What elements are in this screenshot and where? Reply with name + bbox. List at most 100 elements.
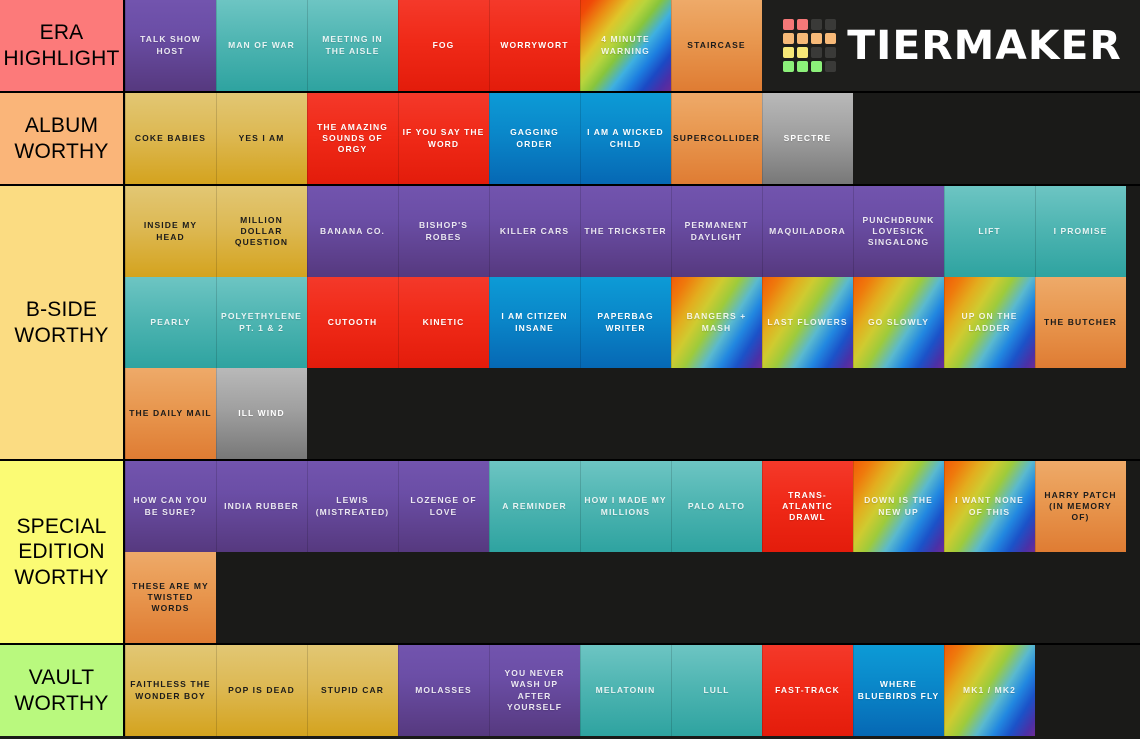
tile-yes-i-am[interactable]: YES I AM — [216, 93, 307, 184]
tile-up-on-the-ladder[interactable]: UP ON THE LADDER — [944, 277, 1035, 368]
tile-banana-co[interactable]: BANANA CO. — [307, 186, 398, 277]
tile-fog[interactable]: FOG — [398, 0, 489, 91]
tile-gagging-order[interactable]: GAGGING ORDER — [489, 93, 580, 184]
tile-the-amazing-sounds-of-orgy[interactable]: THE AMAZING SOUNDS OF ORGY — [307, 93, 398, 184]
tile-punchdrunk-lovesick-singalong[interactable]: PUNCHDRUNK LOVESICK SINGALONG — [853, 186, 944, 277]
empty-slot[interactable] — [1126, 186, 1140, 277]
tile-where-bluebirds-fly[interactable]: WHERE BLUEBIRDS FLY — [853, 645, 944, 736]
tile-cutooth[interactable]: CUTOOTH — [307, 277, 398, 368]
tile-how-i-made-my-millions[interactable]: HOW I MADE MY MILLIONS — [580, 461, 671, 552]
tile-pop-is-dead[interactable]: POP IS DEAD — [216, 645, 307, 736]
tile-million-dollar-question[interactable]: MILLION DOLLAR QUESTION — [216, 186, 307, 277]
tile-divider — [944, 645, 945, 736]
tile-paperbag-writer[interactable]: PAPERBAG WRITER — [580, 277, 671, 368]
tile-killer-cars[interactable]: KILLER CARS — [489, 186, 580, 277]
tile-kinetic[interactable]: KINETIC — [398, 277, 489, 368]
tile-lozenge-of-love[interactable]: LOZENGE OF LOVE — [398, 461, 489, 552]
tile-lewis-mistreated[interactable]: LEWIS (MISTREATED) — [307, 461, 398, 552]
empty-slot[interactable] — [853, 93, 1140, 184]
tile-these-are-my-twisted-words[interactable]: THESE ARE MY TWISTED WORDS — [125, 552, 216, 643]
tile-palo-alto[interactable]: PALO ALTO — [671, 461, 762, 552]
tile-coke-babies[interactable]: COKE BABIES — [125, 93, 216, 184]
tile-divider — [489, 645, 490, 736]
tier-body-vault-worthy[interactable]: FAITHLESS THE WONDER BOY POP IS DEAD STUPI… — [125, 645, 1140, 736]
empty-slot[interactable] — [1126, 461, 1140, 552]
tile-lull[interactable]: LULL — [671, 645, 762, 736]
tier-body-b-side-worthy[interactable]: INSIDE MY HEAD MILLION DOLLAR QUESTION BAN… — [125, 186, 1140, 459]
tile-man-of-war[interactable]: MAN OF WAR — [216, 0, 307, 91]
tile-if-you-say-the-word[interactable]: IF YOU SAY THE WORD — [398, 93, 489, 184]
tile-stupid-car[interactable]: STUPID CAR — [307, 645, 398, 736]
tile-i-want-none-of-this[interactable]: I WANT NONE OF THIS — [944, 461, 1035, 552]
empty-slot[interactable] — [1035, 645, 1140, 736]
tile-title: MAN OF WAR — [228, 39, 295, 50]
tile-divider — [944, 277, 945, 368]
tile-i-am-a-wicked-child[interactable]: I AM A WICKED CHILD — [580, 93, 671, 184]
tile-harry-patch-in-memory-of[interactable]: HARRY PATCH (IN MEMORY OF) — [1035, 461, 1126, 552]
tile-india-rubber[interactable]: INDIA RUBBER — [216, 461, 307, 552]
tile-faithless-the-wonder-boy[interactable]: FAITHLESS THE WONDER BOY — [125, 645, 216, 736]
tile-polyethylene-pt-1-2[interactable]: POLYETHYLENE PT. 1 & 2 — [216, 277, 307, 368]
tile-pearly[interactable]: PEARLY — [125, 277, 216, 368]
tile-down-is-the-new-up[interactable]: DOWN IS THE NEW UP — [853, 461, 944, 552]
tile-the-trickster[interactable]: THE TRICKSTER — [580, 186, 671, 277]
tile-divider — [762, 277, 763, 368]
tile-meeting-in-the-aisle[interactable]: MEETING IN THE AISLE — [307, 0, 398, 91]
tile-the-daily-mail[interactable]: THE DAILY MAIL — [125, 368, 216, 459]
tile-trans-atlantic-drawl[interactable]: TRANS-ATLANTIC DRAWL — [762, 461, 853, 552]
tier-label-era-highlight[interactable]: ERA HIGHLIGHT — [0, 0, 125, 91]
tile-divider — [307, 0, 308, 91]
tile-divider — [398, 277, 399, 368]
tile-divider — [307, 461, 308, 552]
tile-permanent-daylight[interactable]: PERMANENT DAYLIGHT — [671, 186, 762, 277]
tile-a-reminder[interactable]: A REMINDER — [489, 461, 580, 552]
tier-label-album-worthy[interactable]: ALBUM WORTHY — [0, 93, 125, 184]
tile-title: BANANA CO. — [320, 225, 385, 236]
tile-title: KINETIC — [422, 316, 465, 327]
tile-spectre[interactable]: SPECTRE — [762, 93, 853, 184]
tile-title: 4 MINUTE WARNING — [601, 34, 650, 56]
tile-fast-track[interactable]: FAST-TRACK — [762, 645, 853, 736]
tile-divider — [580, 186, 581, 277]
tile-i-promise[interactable]: I PROMISE — [1035, 186, 1126, 277]
tile-melatonin[interactable]: MELATONIN — [580, 645, 671, 736]
tile-you-never-wash-up-after-yourself[interactable]: YOU NEVER WASH UP AFTER YOURSELF — [489, 645, 580, 736]
tier-row-album-worthy: ALBUM WORTHY COKE BABIES YES I AM THE AMAZI… — [0, 93, 1140, 186]
tile-inside-my-head[interactable]: INSIDE MY HEAD — [125, 186, 216, 277]
tier-label-b-side-worthy[interactable]: B-SIDE WORTHY — [0, 186, 125, 459]
tile-molasses[interactable]: MOLASSES — [398, 645, 489, 736]
tile-talk-show-host[interactable]: TALK SHOW HOST — [125, 0, 216, 91]
tile-title: WORRYWORT — [500, 39, 569, 50]
tile-go-slowly[interactable]: GO SLOWLY — [853, 277, 944, 368]
tier-body-special-edition-worthy[interactable]: HOW CAN YOU BE SURE? INDIA RUBBER LEWIS (M… — [125, 461, 1140, 643]
tile-supercollider[interactable]: SUPERCOLLIDER — [671, 93, 762, 184]
empty-slot[interactable] — [307, 368, 1140, 459]
tile-mk1-mk2[interactable]: MK1 / MK2 — [944, 645, 1035, 736]
tier-label-special-edition-worthy[interactable]: SPECIAL EDITION WORTHY — [0, 461, 125, 643]
tile-worrywort[interactable]: WORRYWORT — [489, 0, 580, 91]
tile-bishop-s-robes[interactable]: BISHOP'S ROBES — [398, 186, 489, 277]
tier-row-special-edition-worthy: SPECIAL EDITION WORTHY HOW CAN YOU BE SUR… — [0, 461, 1140, 645]
tile-the-butcher[interactable]: THE BUTCHER — [1035, 277, 1126, 368]
tile-last-flowers[interactable]: LAST FLOWERS — [762, 277, 853, 368]
tile-bangers-mash[interactable]: BANGERS + MASH — [671, 277, 762, 368]
tile-title: STAIRCASE — [687, 39, 746, 50]
tier-label-vault-worthy[interactable]: VAULT WORTHY — [0, 645, 125, 736]
tile-title: PAPERBAG WRITER — [597, 311, 654, 333]
tile-lift[interactable]: LIFT — [944, 186, 1035, 277]
tile-how-can-you-be-sure[interactable]: HOW CAN YOU BE SURE? — [125, 461, 216, 552]
tile-4-minute-warning[interactable]: 4 MINUTE WARNING — [580, 0, 671, 91]
tile-i-am-citizen-insane[interactable]: I AM CITIZEN INSANE — [489, 277, 580, 368]
tier-body-era-highlight[interactable]: TALK SHOW HOST MAN OF WAR MEETING IN THE A… — [125, 0, 1140, 91]
empty-slot[interactable] — [1126, 277, 1140, 368]
tile-divider — [671, 0, 672, 91]
empty-slot[interactable] — [216, 552, 1140, 643]
tier-line: FAITHLESS THE WONDER BOY POP IS DEAD STUPI… — [125, 645, 1140, 736]
tile-title: BANGERS + MASH — [686, 311, 747, 333]
tile-staircase[interactable]: STAIRCASE — [671, 0, 762, 91]
tile-title: GAGGING ORDER — [510, 127, 559, 149]
tile-ill-wind[interactable]: ILL WIND — [216, 368, 307, 459]
tile-maquiladora[interactable]: MAQUILADORA — [762, 186, 853, 277]
tier-body-album-worthy[interactable]: COKE BABIES YES I AM THE AMAZING SOUNDS OF… — [125, 93, 1140, 184]
tile-divider — [125, 277, 126, 368]
